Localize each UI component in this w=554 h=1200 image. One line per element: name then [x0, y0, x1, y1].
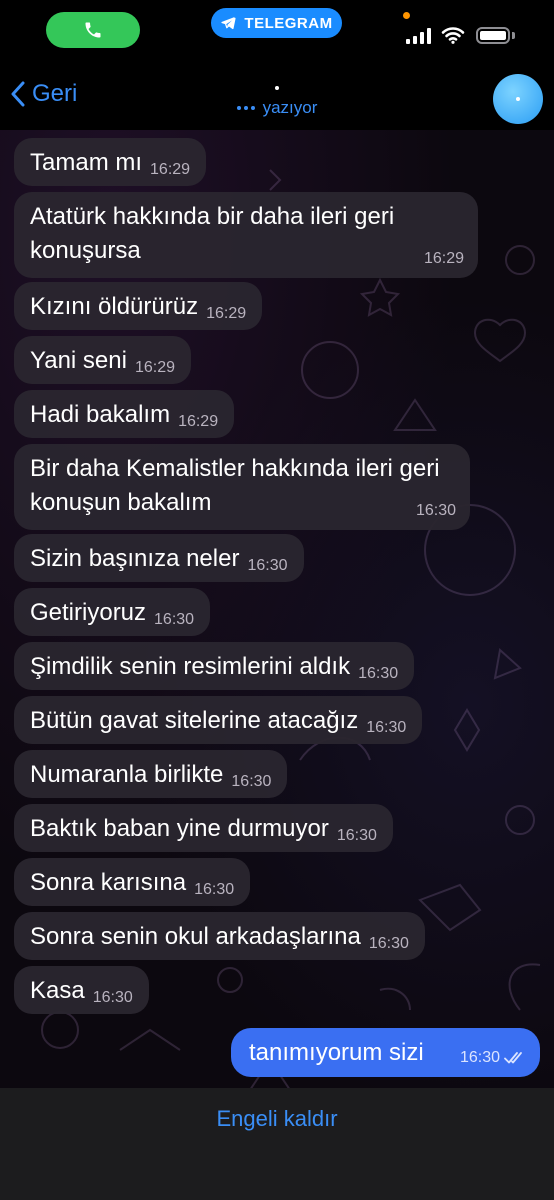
message-time: 16:30: [368, 935, 409, 952]
chat-header: Geri yazıyor: [0, 62, 554, 134]
message-text: Bütün gavat sitelerine atacağız: [30, 707, 359, 734]
message-bubble[interactable]: Sizin başınıza neler 16:30: [14, 534, 304, 582]
wifi-icon: [441, 27, 465, 44]
message-time: 16:29: [178, 413, 219, 430]
message-text: Şimdilik senin resimlerini aldık: [30, 653, 351, 680]
message-time: 16:30: [366, 719, 407, 736]
message-bubble[interactable]: Kızını öldürürüz 16:29: [14, 282, 263, 330]
message-time: 16:30: [194, 881, 235, 898]
message-text: Kasa: [30, 977, 85, 1004]
chat-name: [275, 86, 279, 90]
message-time: 16:29: [206, 305, 247, 322]
message-time: 16:30: [336, 827, 377, 844]
message-time: 16:29: [423, 250, 464, 267]
message-time: 16:30: [415, 502, 456, 519]
message-time: 16:30: [154, 611, 195, 628]
message-text: Bir daha Kemalistler hakkında ileri geri…: [30, 455, 440, 516]
message-text: Numaranla birlikte: [30, 761, 224, 788]
message-time: 16:30: [231, 773, 272, 790]
message-time: 16:30: [459, 1048, 500, 1066]
message-bubble[interactable]: Atatürk hakkında bir daha ileri geri kon…: [14, 192, 478, 278]
privacy-indicator: [403, 12, 410, 19]
avatar[interactable]: [493, 74, 543, 124]
paper-plane-icon: [221, 17, 236, 30]
cellular-signal-icon: [406, 28, 431, 44]
unblock-button[interactable]: Engeli kaldır: [0, 1106, 554, 1132]
battery-tip: [512, 32, 515, 39]
app-pill-label: TELEGRAM: [244, 14, 333, 32]
message-bubble[interactable]: Baktık baban yine durmuyor 16:30: [14, 804, 393, 852]
chat-title[interactable]: yazıyor: [0, 76, 554, 118]
message-text: Hadi bakalım: [30, 401, 171, 428]
message-bubble[interactable]: Kasa 16:30: [14, 966, 149, 1014]
message-bubble[interactable]: Yani seni 16:29: [14, 336, 191, 384]
battery-icon: [476, 27, 510, 44]
message-time: 16:29: [150, 161, 191, 178]
phone-icon: [85, 22, 101, 38]
message-bubble[interactable]: Şimdilik senin resimlerini aldık 16:30: [14, 642, 415, 690]
typing-dots-icon: [236, 106, 255, 110]
message-text: Atatürk hakkında bir daha ileri geri kon…: [30, 203, 395, 264]
telegram-app-indicator[interactable]: TELEGRAM: [211, 8, 342, 38]
message-bubble[interactable]: Bütün gavat sitelerine atacağız 16:30: [14, 696, 423, 744]
outgoing-message-bubble[interactable]: tanımıyorum sizi 16:30: [231, 1028, 540, 1077]
message-time: 16:29: [134, 359, 175, 376]
message-bubble[interactable]: Sonra senin okul arkadaşlarına 16:30: [14, 912, 425, 960]
typing-status-label: yazıyor: [262, 98, 318, 117]
message-bubble[interactable]: Numaranla birlikte 16:30: [14, 750, 288, 798]
message-bubble[interactable]: Sonra karısına 16:30: [14, 858, 251, 906]
message-text: Yani seni: [30, 347, 127, 374]
message-time: 16:30: [92, 989, 133, 1006]
message-meta: 16:30: [460, 1049, 526, 1067]
message-bubble[interactable]: Getiriyoruz 16:30: [14, 588, 211, 636]
typing-status: yazıyor: [0, 98, 554, 118]
message-list[interactable]: Tamam mı 16:29 Atatürk hakkında bir daha…: [0, 130, 554, 1088]
message-bubble[interactable]: Hadi bakalım 16:29: [14, 390, 235, 438]
active-call-indicator[interactable]: [46, 12, 140, 48]
message-time: 16:30: [358, 665, 399, 682]
message-text: Tamam mı: [30, 149, 143, 176]
message-text: Sonra senin okul arkadaşlarına: [30, 923, 361, 950]
double-check-read-icon: [504, 1051, 522, 1063]
bottom-bar: Engeli kaldır: [0, 1088, 554, 1200]
message-text: Baktık baban yine durmuyor: [30, 815, 329, 842]
message-text: Kızını öldürürüz: [30, 293, 199, 320]
message-text: Sonra karısına: [30, 869, 187, 896]
message-bubble[interactable]: Tamam mı 16:29: [14, 138, 207, 186]
message-text: Getiriyoruz: [30, 599, 147, 626]
message-text: Sizin başınıza neler: [30, 545, 240, 572]
status-bar: TELEGRAM: [0, 0, 554, 60]
message-bubble[interactable]: Bir daha Kemalistler hakkında ileri geri…: [14, 444, 470, 530]
message-text: tanımıyorum sizi: [249, 1038, 424, 1066]
message-time: 16:30: [247, 557, 288, 574]
